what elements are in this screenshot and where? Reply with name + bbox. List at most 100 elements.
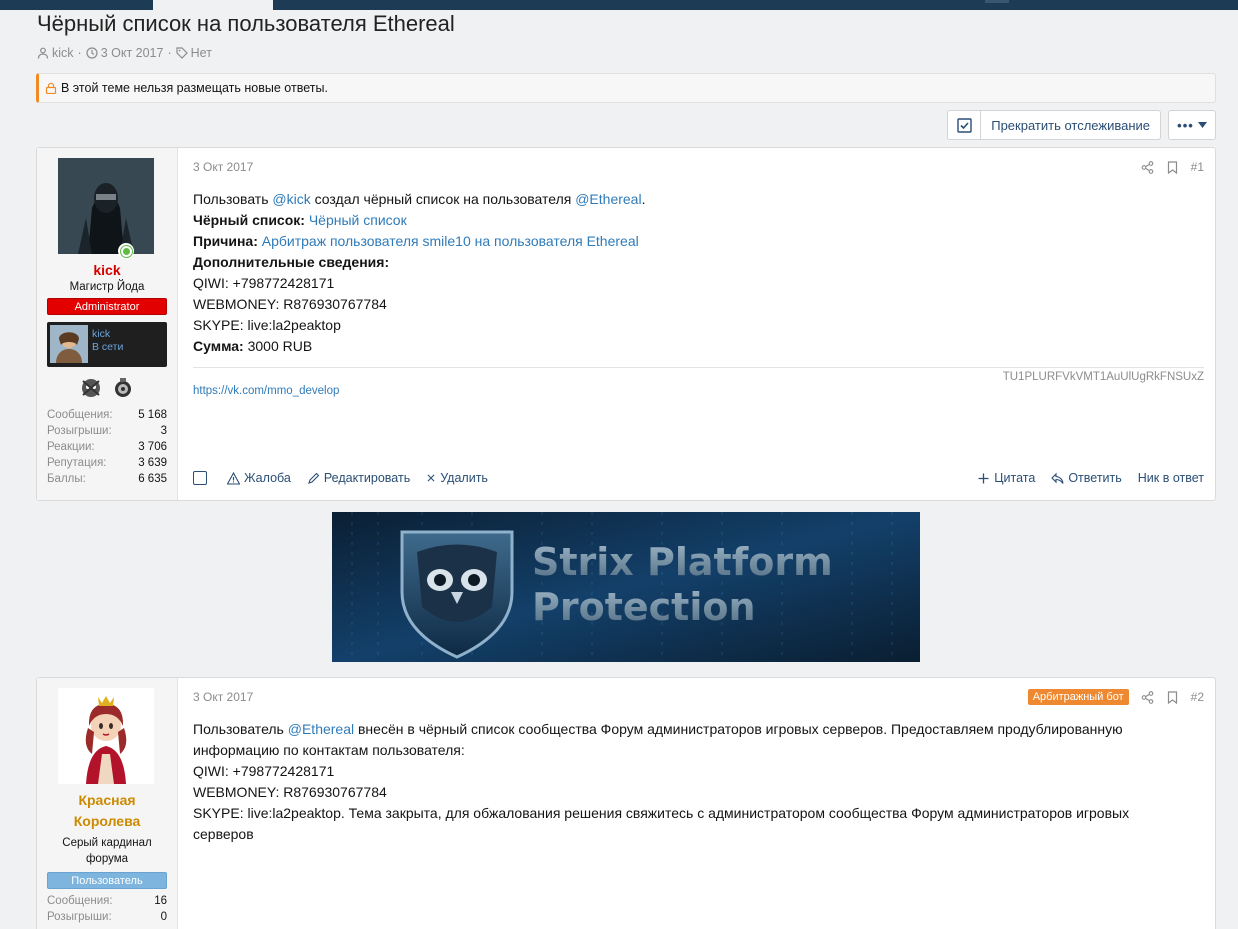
stat-row: Реакции: 3 706: [47, 439, 167, 455]
stat-row: Сообщения: 16: [47, 893, 167, 909]
warning-icon: [227, 471, 240, 485]
field-label: Сумма:: [193, 338, 244, 354]
user-banner: Пользователь: [47, 872, 167, 889]
skull-award-icon[interactable]: [80, 377, 102, 399]
bookmark-icon[interactable]: [1166, 160, 1179, 174]
stat-row: Баллы: 6 635: [47, 471, 167, 487]
username-line1: Красная: [78, 792, 136, 808]
stat-row: Сообщения: 5 168: [47, 407, 167, 423]
body-line: WEBMONEY: R876930767784: [193, 784, 387, 800]
page-title: Чёрный список на пользователя Ethereal: [37, 11, 455, 36]
stat-row: Розыгрыши: 0: [47, 909, 167, 925]
close-icon: [427, 474, 435, 482]
stat-key: Сообщения:: [47, 409, 113, 421]
quote-button[interactable]: Цитата: [977, 471, 1035, 485]
active-nav-tab[interactable]: [153, 0, 273, 10]
more-options-button[interactable]: •••: [1168, 110, 1216, 140]
user-title-line1: Серый кардинал: [62, 837, 152, 849]
reply-button[interactable]: Ответить: [1051, 471, 1122, 485]
user-stats: Сообщения: 16 Розыгрыши: 0: [47, 893, 167, 925]
thread-tags: Нет: [190, 46, 212, 60]
username[interactable]: Красная Королева: [47, 790, 167, 832]
user-icon: [37, 47, 49, 59]
mention-link[interactable]: @Ethereal: [288, 721, 354, 737]
pencil-icon: [307, 472, 320, 484]
body-line: Причина: Арбитраж пользователя smile10 н…: [193, 231, 1204, 252]
select-post-checkbox[interactable]: [193, 471, 207, 485]
stat-value: 3 706: [138, 441, 167, 453]
post-actions-left: Жалоба Редактировать Удалить: [193, 471, 488, 485]
edit-label: Редактировать: [323, 471, 411, 485]
meta-separator: ·: [77, 46, 82, 60]
body-text: .: [641, 191, 646, 207]
mini-card-text: kick В сети: [92, 325, 123, 364]
mention-link[interactable]: @kick: [272, 191, 310, 207]
thread-date[interactable]: 3 Окт 2017: [101, 46, 164, 60]
field-label: Причина:: [193, 233, 258, 249]
username[interactable]: kick: [47, 262, 167, 278]
post-actions: Жалоба Редактировать Удалить Цитата Отве…: [193, 471, 1204, 485]
stat-key: Реакции:: [47, 441, 95, 453]
mini-avatar: [50, 325, 88, 363]
body-line: Чёрный список: Чёрный список: [193, 210, 1204, 231]
edit-button[interactable]: Редактировать: [307, 471, 410, 485]
nick-reply-button[interactable]: Ник в ответ: [1138, 471, 1204, 485]
stat-value: 6 635: [138, 473, 167, 485]
blacklist-link[interactable]: Чёрный список: [309, 212, 407, 228]
post-2-content: 3 Окт 2017 Арбитражный бот #2 Пользовате…: [178, 678, 1215, 929]
lock-icon: [45, 82, 57, 94]
report-button[interactable]: Жалоба: [227, 471, 291, 485]
promo-line2: Protection: [532, 585, 756, 629]
bot-badge: Арбитражный бот: [1027, 689, 1129, 705]
promo-image: Strix Platform Protection: [332, 512, 920, 662]
locked-notice-text: В этой теме нельзя размещать новые ответ…: [61, 81, 328, 95]
post-header: 3 Окт 2017 Арбитражный бот #2: [193, 678, 1204, 716]
post-date[interactable]: 3 Окт 2017: [193, 690, 253, 704]
body-line: QIWI: +798772428171: [193, 275, 335, 291]
checkbox-checked-icon: [957, 117, 972, 133]
delete-button[interactable]: Удалить: [426, 471, 488, 485]
post-header-tools: Арбитражный бот #2: [1027, 689, 1204, 705]
nav-highlight: [985, 0, 1009, 3]
share-icon[interactable]: [1141, 690, 1154, 704]
post-number[interactable]: #1: [1191, 160, 1204, 174]
post-date[interactable]: 3 Окт 2017: [193, 160, 253, 174]
share-icon[interactable]: [1141, 160, 1154, 174]
stat-row: Репутация: 3 639: [47, 455, 167, 471]
user-mini-card[interactable]: kick В сети: [47, 322, 167, 367]
bookmark-icon[interactable]: [1166, 690, 1179, 704]
post-actions-right: Цитата Ответить Ник в ответ: [977, 471, 1204, 485]
post-1-user-panel: kick Магистр Йода Administrator kick В с…: [37, 148, 178, 500]
quote-label: Цитата: [994, 471, 1036, 485]
signature: TU1PLURFVkVMT1AuUlUgRkFNSUxZ https://vk.…: [193, 367, 1204, 397]
more-options-label: •••: [1177, 117, 1194, 133]
medal-award-icon[interactable]: [112, 377, 134, 399]
body-text: создал чёрный список на пользователя: [310, 191, 576, 207]
body-line: Пользователь @Ethereal внесён в чёрный с…: [193, 719, 1193, 761]
signature-link[interactable]: https://vk.com/mmo_develop: [193, 385, 1204, 397]
post-body: Пользовать @kick создал чёрный список на…: [193, 189, 1204, 357]
watch-toggle-button[interactable]: [947, 110, 982, 140]
mention-link[interactable]: @Ethereal: [575, 191, 641, 207]
chevron-down-icon: [1197, 122, 1207, 128]
user-stats: Сообщения: 5 168 Розыгрыши: 3 Реакции: 3 70…: [47, 407, 167, 487]
unwatch-button[interactable]: Прекратить отслеживание: [981, 110, 1161, 140]
body-line: Сумма: 3000 RUB: [193, 336, 1204, 357]
post-header: 3 Окт 2017 #1: [193, 148, 1204, 186]
reason-link[interactable]: Арбитраж пользователя smile10 на пользов…: [262, 233, 639, 249]
promo-banner[interactable]: Strix Platform Protection: [332, 512, 920, 662]
body-line: SKYPE: live:la2peaktop: [193, 317, 341, 333]
username-line2: Королева: [73, 813, 141, 829]
post-number[interactable]: #2: [1191, 690, 1204, 704]
field-label: Дополнительные сведения:: [193, 254, 390, 270]
mini-card-name: kick: [92, 328, 111, 340]
thread-author-link[interactable]: kick: [52, 46, 74, 60]
clock-icon: [86, 47, 98, 59]
thread-meta: kick · 3 Окт 2017 · Нет: [37, 46, 212, 60]
body-line: Пользовать @kick создал чёрный список на…: [193, 189, 1204, 210]
field-label: Чёрный список:: [193, 212, 305, 228]
avatar[interactable]: [58, 158, 154, 259]
mini-card-status: В сети: [92, 341, 124, 353]
avatar[interactable]: [58, 688, 154, 784]
tag-icon: [176, 47, 188, 59]
